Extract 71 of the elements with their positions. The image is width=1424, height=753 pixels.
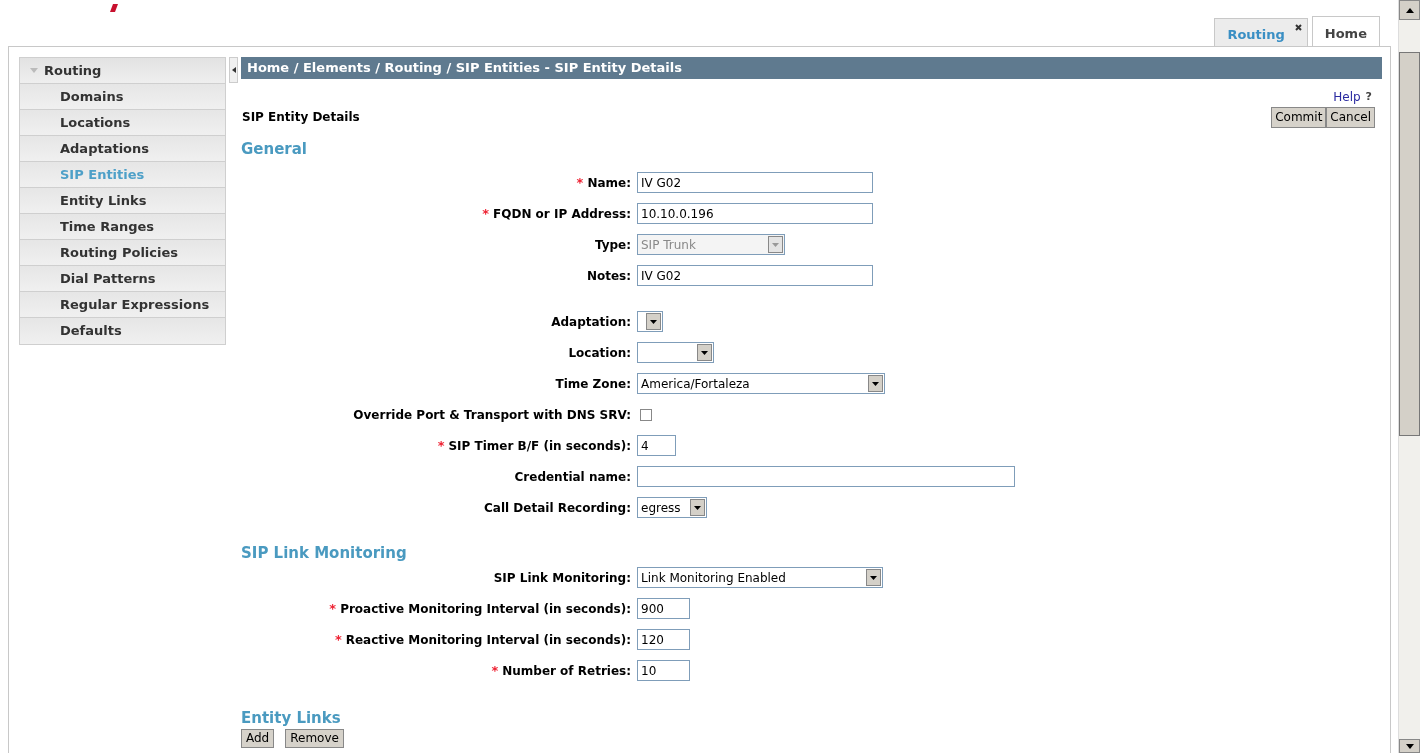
dropdown-arrow-icon	[772, 242, 779, 247]
field-label: Call Detail Recording:	[484, 499, 631, 517]
checkbox[interactable]	[640, 408, 652, 421]
field-label: Override Port & Transport with DNS SRV:	[353, 406, 631, 424]
collapse-triangle-icon	[30, 67, 38, 74]
field-label: Adaptation:	[551, 313, 631, 331]
dropdown-arrow-icon	[650, 319, 657, 324]
sidebar-item[interactable]: Adaptations	[20, 136, 225, 162]
dropdown-arrow-icon	[870, 575, 877, 580]
required-mark: *	[334, 630, 342, 649]
breadcrumb-bar: Home / Elements / Routing / SIP Entities - SIP Entity Details	[241, 57, 1382, 79]
down-arrow-icon	[1405, 743, 1414, 749]
required-mark: *	[576, 173, 584, 192]
field-label: Time Zone:	[555, 375, 631, 393]
sidebar-item[interactable]: Regular Expressions	[20, 292, 225, 318]
section-heading: General	[241, 140, 308, 158]
dropdown[interactable]: egress	[637, 497, 707, 518]
input-field[interactable]: IV G02	[637, 172, 873, 193]
field-label: Number of Retries:	[502, 662, 631, 680]
field-label: Proactive Monitoring Interval (in seconds):	[340, 600, 631, 618]
page-title: SIP Entity Details	[241, 109, 360, 126]
scroll-up-button[interactable]	[1399, 0, 1420, 20]
required-mark: *	[491, 661, 499, 680]
dropdown[interactable]: Link Monitoring Enabled	[637, 567, 883, 588]
logo-icon	[110, 4, 118, 12]
form-button[interactable]: Cancel	[1326, 106, 1375, 128]
help-link[interactable]: Help	[1333, 88, 1361, 106]
sidebar-item[interactable]: Dial Patterns	[20, 266, 225, 292]
sidebar-item[interactable]: Routing Policies	[20, 240, 225, 266]
input-field[interactable]: 120	[637, 629, 690, 650]
required-mark: *	[482, 204, 490, 223]
sidebar-item[interactable]: Defaults	[20, 318, 225, 344]
sidebar-header[interactable]: Routing	[20, 58, 225, 84]
field-label: Type:	[594, 236, 631, 254]
dropdown-arrow-icon	[701, 350, 708, 355]
dropdown-arrow-icon	[694, 505, 701, 510]
section-heading: SIP Link Monitoring	[241, 544, 408, 562]
field-label: SIP Link Monitoring:	[493, 569, 631, 587]
collapse-button[interactable]	[229, 57, 238, 83]
field-label: FQDN or IP Address:	[493, 205, 631, 223]
sidebar-item[interactable]: Domains	[20, 84, 225, 110]
tab[interactable]: Home	[1311, 16, 1380, 46]
field-label: SIP Timer B/F (in seconds):	[448, 437, 631, 455]
up-arrow-icon	[1405, 7, 1414, 13]
form-button[interactable]: Add	[241, 729, 275, 748]
section-heading: Entity Links	[241, 709, 342, 727]
input-field[interactable]: 10	[637, 660, 690, 681]
field-label: Credential name:	[514, 468, 631, 486]
field-label: Notes:	[586, 267, 631, 285]
form-button[interactable]: Commit	[1271, 106, 1327, 128]
scroll-down-button[interactable]	[1399, 739, 1420, 753]
input-field[interactable]: 900	[637, 598, 690, 619]
field-label: Reactive Monitoring Interval (in seconds):	[345, 631, 631, 649]
input-field[interactable]: 10.10.0.196	[637, 203, 873, 224]
input-field[interactable]: 4	[637, 435, 676, 456]
input-field[interactable]	[637, 466, 1015, 487]
dropdown[interactable]	[637, 311, 663, 332]
collapse-arrow-icon	[231, 67, 236, 73]
field-label: Location:	[568, 344, 631, 362]
input-field[interactable]: IV G02	[637, 265, 873, 286]
required-mark: *	[329, 599, 337, 618]
form-button[interactable]: Remove	[285, 729, 344, 748]
sidebar-item[interactable]: Entity Links	[20, 188, 225, 214]
required-mark: *	[437, 436, 445, 455]
field-label: Name:	[587, 174, 631, 192]
help-mark: ?	[1365, 88, 1372, 105]
dropdown-arrow-icon	[872, 381, 879, 386]
sidebar-item[interactable]: Locations	[20, 110, 225, 136]
scrollbar-thumb[interactable]	[1399, 52, 1420, 436]
sidebar-item[interactable]: Time Ranges	[20, 214, 225, 240]
dropdown[interactable]: America/Fortaleza	[637, 373, 885, 394]
